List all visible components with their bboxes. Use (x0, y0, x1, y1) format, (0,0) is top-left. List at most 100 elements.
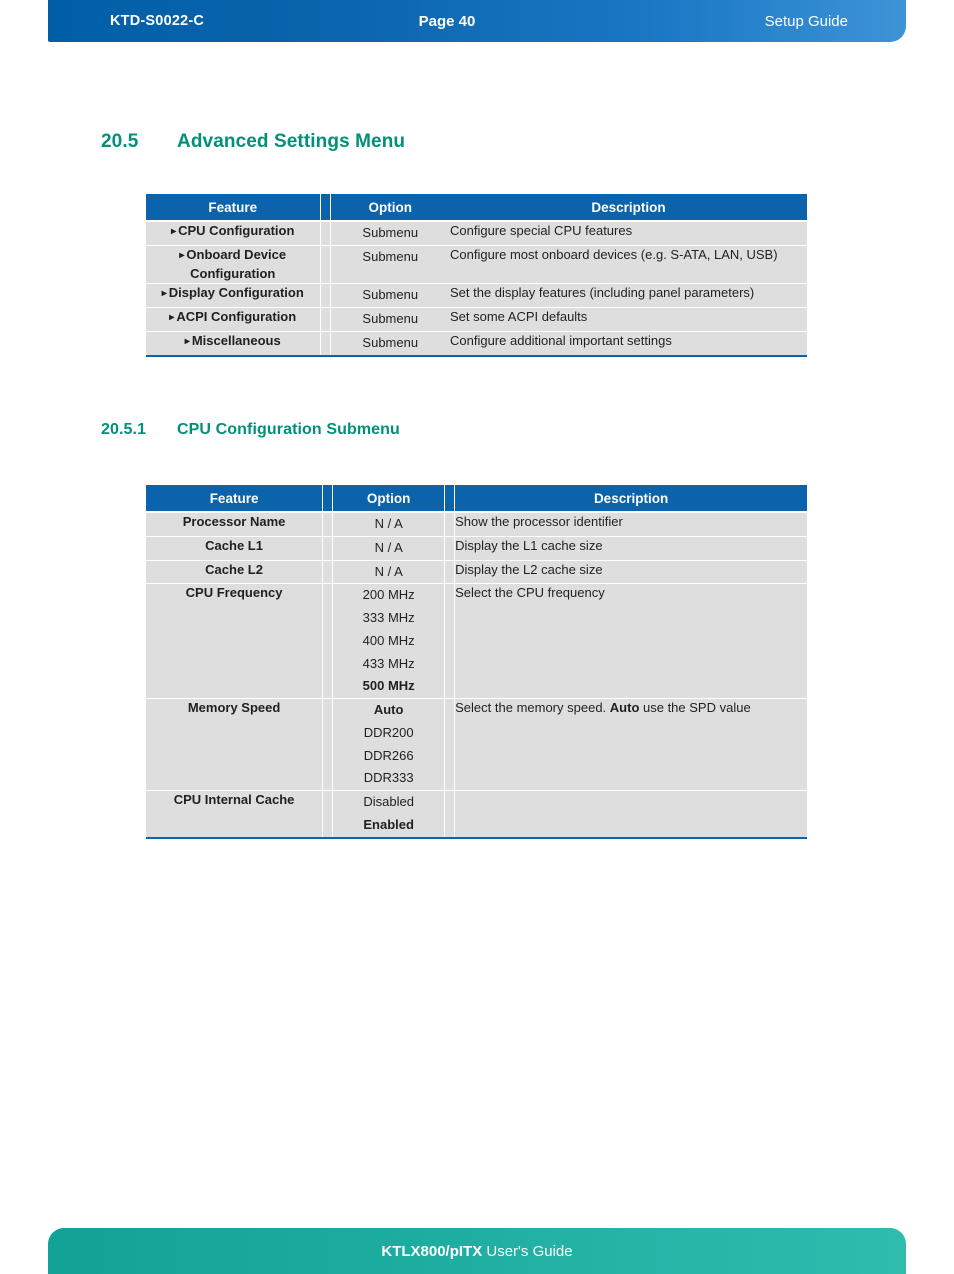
column-separator (443, 559, 456, 584)
column-separator (322, 698, 334, 791)
description-text: Select the CPU frequency (455, 585, 605, 601)
column-separator (319, 219, 331, 246)
table-row: Cache L1 N / A Display the L1 cache size (146, 535, 807, 560)
feature-label: Miscellaneous (191, 332, 281, 348)
option-value: N / A (374, 563, 403, 579)
cell-feature: ▸ ACPI Configuration (146, 307, 320, 332)
option-value: DDR266 (363, 747, 414, 763)
description-text: Set the display features (including pane… (450, 285, 755, 301)
column-separator (319, 194, 331, 221)
cell-option: Submenu (330, 283, 450, 308)
feature-label: Onboard Device Configuration (186, 246, 287, 281)
column-separator (443, 510, 456, 537)
column-separator (319, 307, 331, 332)
cell-description: Configure most onboard devices (e.g. S-A… (450, 244, 807, 284)
column-header-description: Description (454, 485, 807, 512)
column-separator (443, 583, 456, 699)
page-footer-bar: KTLX800/pITX User's Guide (48, 1228, 906, 1274)
submenu-arrow-icon: ▸ (169, 312, 175, 324)
settings-table: Feature Option Description Processor Name N … (146, 485, 807, 839)
section-number: 20.5 (101, 131, 139, 152)
table-row: CPU Frequency 200 MHz 333 MHz 400 MHz 433 MH… (146, 583, 807, 699)
table-row: ▸ Onboard Device Configuration Submenu Conf… (146, 244, 807, 284)
cell-description: Configure additional important settings (450, 330, 807, 356)
section-number: 20.5.1 (101, 421, 147, 438)
description-text: Set some ACPI defaults (450, 309, 588, 325)
footer-guide-suffix: User's Guide (482, 1242, 573, 1260)
table-row: CPU Internal Cache Disabled Enabled (146, 790, 807, 838)
cell-option: Submenu (330, 330, 450, 356)
description-text: Display the L1 cache size (455, 537, 603, 553)
cell-feature: Cache L2 (146, 559, 323, 584)
page-header-bar: KTD-S0022-C Page 40 Setup Guide (48, 0, 906, 42)
column-separator (322, 535, 334, 560)
submenu-arrow-icon: ▸ (179, 249, 185, 261)
option-value: Disabled (363, 794, 414, 809)
option-value: 200 MHz (362, 587, 415, 603)
description-text: Configure additional important settings (450, 332, 672, 348)
table-row: Memory Speed Auto DDR200 DDR266 DDR333 Select… (146, 698, 807, 791)
section-title: CPU Configuration Submenu (177, 421, 400, 438)
submenu-arrow-icon: ▸ (161, 288, 167, 300)
description-text: Configure most onboard devices (e.g. S-A… (450, 246, 778, 262)
table-header-row: Feature Option Description (146, 194, 807, 221)
option-value: DDR200 (363, 724, 414, 740)
column-separator (443, 790, 456, 838)
cell-feature: Cache L1 (146, 535, 323, 560)
feature-label: Cache L1 (205, 537, 263, 553)
column-separator (319, 283, 331, 308)
option-value: N / A (374, 516, 403, 531)
column-header-option: Option (330, 194, 450, 221)
cell-feature: ▸ Miscellaneous (146, 330, 320, 356)
cell-option: N / A (332, 535, 445, 560)
feature-label: ACPI Configuration (176, 309, 297, 325)
cell-description: Configure special CPU features (450, 219, 807, 246)
cell-option: N / A (332, 510, 445, 537)
cell-option: Submenu (330, 219, 450, 246)
section-heading: 20.5 Advanced Settings Menu (101, 131, 405, 153)
cell-option: Submenu (330, 307, 450, 332)
table-row: Cache L2 N / A Display the L2 cache size (146, 559, 807, 584)
feature-label: Processor Name (182, 514, 286, 529)
column-header-description: Description (450, 194, 807, 221)
footer-product-name: KTLX800/pITX (381, 1242, 483, 1260)
column-header-feature: Feature (146, 485, 323, 512)
cell-option: Disabled Enabled (332, 790, 445, 838)
header-document-id: KTD-S0022-C (110, 13, 205, 29)
footer-guide-title: KTLX800/pITX User's Guide (381, 1243, 572, 1260)
option-value: 333 MHz (362, 610, 415, 625)
table-row: ▸ ACPI Configuration Submenu Set some ACPI … (146, 307, 807, 332)
feature-label: CPU Internal Cache (173, 792, 295, 807)
option-value: Submenu (362, 287, 419, 303)
option-value: N / A (374, 539, 403, 555)
table-row: Processor Name N / A Show the processor id… (146, 510, 807, 537)
header-guide-title: Setup Guide (764, 12, 848, 30)
cell-option: Submenu (330, 244, 450, 284)
cell-option: N / A (332, 559, 445, 584)
cell-feature: ▸ CPU Configuration (146, 219, 320, 246)
option-value: Submenu (362, 334, 419, 350)
option-value: DDR333 (363, 770, 414, 786)
subsection-heading: 20.5.1 CPU Configuration Submenu (101, 421, 400, 439)
cell-feature: ▸ Onboard Device Configuration (146, 244, 320, 284)
option-value-default: 500 MHz (362, 678, 415, 694)
submenu-arrow-icon: ▸ (171, 226, 177, 237)
option-value: Submenu (362, 311, 419, 327)
description-text: Show the processor identifier (455, 514, 623, 529)
cell-feature: Memory Speed (146, 698, 323, 791)
column-separator (322, 559, 334, 584)
feature-label: Memory Speed (187, 700, 281, 715)
cell-description: Set some ACPI defaults (450, 307, 807, 332)
cell-feature: CPU Internal Cache (146, 790, 323, 838)
section-title: Advanced Settings Menu (177, 131, 406, 152)
option-value: Submenu (362, 225, 419, 240)
cell-description: Show the processor identifier (454, 510, 807, 537)
column-separator (443, 485, 456, 512)
column-separator (319, 244, 331, 284)
table-row: ▸ Display Configuration Submenu Set the dis… (146, 283, 807, 308)
column-separator (319, 330, 331, 356)
feature-label: CPU Configuration (178, 223, 295, 238)
cell-description: Display the L2 cache size (454, 559, 807, 584)
feature-label: Display Configuration (168, 285, 304, 301)
column-separator (322, 510, 334, 537)
